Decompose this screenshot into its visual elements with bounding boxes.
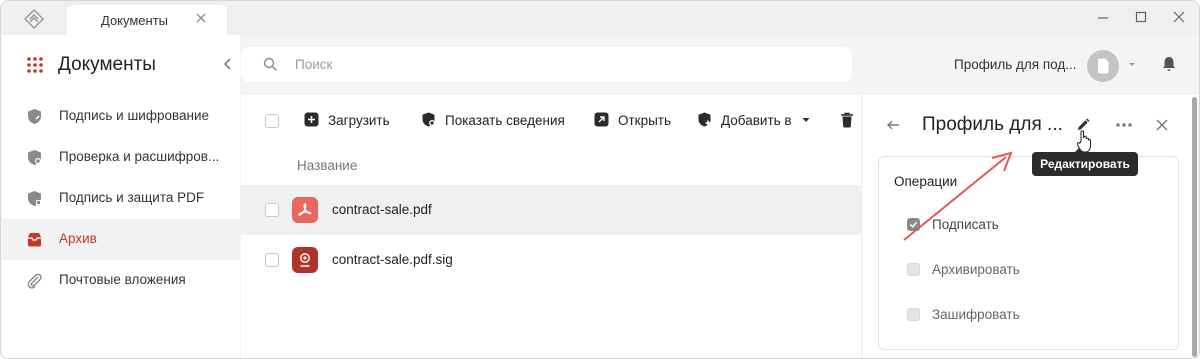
apps-grid-icon[interactable]	[26, 56, 44, 74]
sidebar-item-archive[interactable]: Архив	[2, 219, 240, 260]
sidebar-item-label: Архив	[59, 231, 97, 246]
panel-scrollbar[interactable]	[1191, 95, 1198, 358]
minimize-icon[interactable]	[1095, 9, 1111, 25]
operation-checkbox	[907, 308, 920, 321]
header-bar: Профиль для под...	[241, 35, 1199, 93]
sidebar-item-label: Подпись и защита PDF	[59, 190, 205, 205]
shield-plus-icon	[698, 112, 711, 127]
edit-tooltip: Редактировать	[1032, 146, 1138, 176]
sidebar: Документы Подпись и шифрование Проверка …	[2, 35, 240, 358]
open-external-icon	[594, 112, 609, 127]
shield-pdf-icon	[28, 191, 41, 206]
select-all-checkbox[interactable]	[265, 114, 279, 128]
close-icon[interactable]	[193, 10, 209, 26]
chevron-down-icon	[802, 118, 810, 122]
file-name: contract-sale.pdf.sig	[332, 252, 453, 267]
signature-file-icon	[292, 247, 318, 273]
sidebar-item-label: Подпись и шифрование	[59, 108, 209, 123]
archive-icon	[28, 233, 41, 247]
checkmark-icon	[910, 221, 918, 228]
operation-checkbox	[907, 218, 920, 231]
tab-documents[interactable]: Документы	[67, 5, 227, 35]
app-window: Документы Документы Подпись и шифрование…	[0, 0, 1200, 359]
search-box[interactable]	[241, 47, 852, 82]
tooltip-arrow	[1075, 146, 1087, 152]
operations-card: Операции Подписать Архивировать Зашифров…	[878, 156, 1179, 350]
search-icon	[263, 57, 277, 71]
plus-icon	[304, 112, 319, 127]
pdf-file-icon	[292, 197, 318, 223]
avatar[interactable]	[1087, 50, 1119, 82]
file-list-pane: Загрузить Показать сведения Открыть Доба…	[241, 95, 861, 358]
add-to-button[interactable]: Добавить в	[697, 109, 815, 133]
show-details-button[interactable]: Показать сведения	[421, 109, 566, 133]
upload-label: Загрузить	[328, 113, 390, 128]
sidebar-item-sign-encrypt[interactable]: Подпись и шифрование	[2, 96, 240, 137]
shield-edit-icon	[28, 109, 41, 124]
window-close-icon[interactable]	[1171, 9, 1187, 25]
shield-info-icon	[422, 112, 435, 127]
sidebar-item-label: Почтовые вложения	[59, 272, 186, 287]
row-checkbox[interactable]	[265, 203, 279, 217]
title-bar: Документы	[1, 1, 1199, 35]
table-row[interactable]: contract-sale.pdf	[241, 185, 861, 235]
chevron-left-icon[interactable]	[220, 56, 236, 72]
acrobat-icon	[298, 203, 312, 216]
panel-title: Профиль для ...	[922, 114, 1063, 135]
row-checkbox[interactable]	[265, 253, 279, 267]
operation-checkbox	[907, 263, 920, 276]
trash-icon[interactable]	[840, 112, 854, 128]
search-input[interactable]	[295, 47, 835, 82]
open-button[interactable]: Открыть	[594, 109, 674, 133]
tab-label: Документы	[101, 13, 169, 28]
close-icon[interactable]	[1154, 117, 1170, 133]
paperclip-icon	[27, 273, 42, 289]
document-icon	[1098, 58, 1109, 74]
sidebar-title: Документы	[58, 54, 156, 75]
toolbar: Загрузить Показать сведения Открыть Доба…	[241, 95, 861, 147]
sidebar-item-label: Проверка и расшифров...	[59, 149, 220, 164]
bell-icon[interactable]	[1160, 55, 1178, 73]
app-logo-icon	[23, 8, 45, 30]
scrollbar-thumb[interactable]	[1192, 97, 1197, 357]
sidebar-item-verify-decrypt[interactable]: Проверка и расшифров...	[2, 137, 240, 178]
operation-label: Подписать	[932, 217, 999, 232]
seal-icon	[300, 253, 310, 267]
column-header-name[interactable]: Название	[297, 158, 357, 173]
sidebar-item-sign-pdf[interactable]: Подпись и защита PDF	[2, 178, 240, 219]
operation-label: Зашифровать	[932, 307, 1020, 322]
show-details-label: Показать сведения	[445, 113, 565, 128]
pencil-icon[interactable]	[1075, 117, 1091, 133]
sidebar-item-mail-attachments[interactable]: Почтовые вложения	[2, 260, 240, 301]
arrow-left-icon[interactable]	[885, 117, 901, 133]
profile-label[interactable]: Профиль для под...	[954, 57, 1077, 72]
open-label: Открыть	[618, 113, 672, 128]
tooltip-label: Редактировать	[1040, 157, 1130, 171]
table-row[interactable]: contract-sale.pdf.sig	[241, 235, 861, 285]
upload-button[interactable]: Загрузить	[304, 109, 394, 133]
operation-label: Архивировать	[932, 262, 1020, 277]
profile-panel: Профиль для ... Операции Подписать Архив…	[863, 95, 1191, 358]
chevron-down-icon[interactable]	[1127, 59, 1137, 69]
file-name: contract-sale.pdf	[332, 202, 432, 217]
shield-check-icon	[28, 150, 41, 165]
more-horizontal-icon[interactable]	[1114, 117, 1134, 133]
operations-title: Операции	[894, 174, 958, 189]
add-to-label: Добавить в	[721, 113, 792, 128]
maximize-icon[interactable]	[1133, 9, 1149, 25]
